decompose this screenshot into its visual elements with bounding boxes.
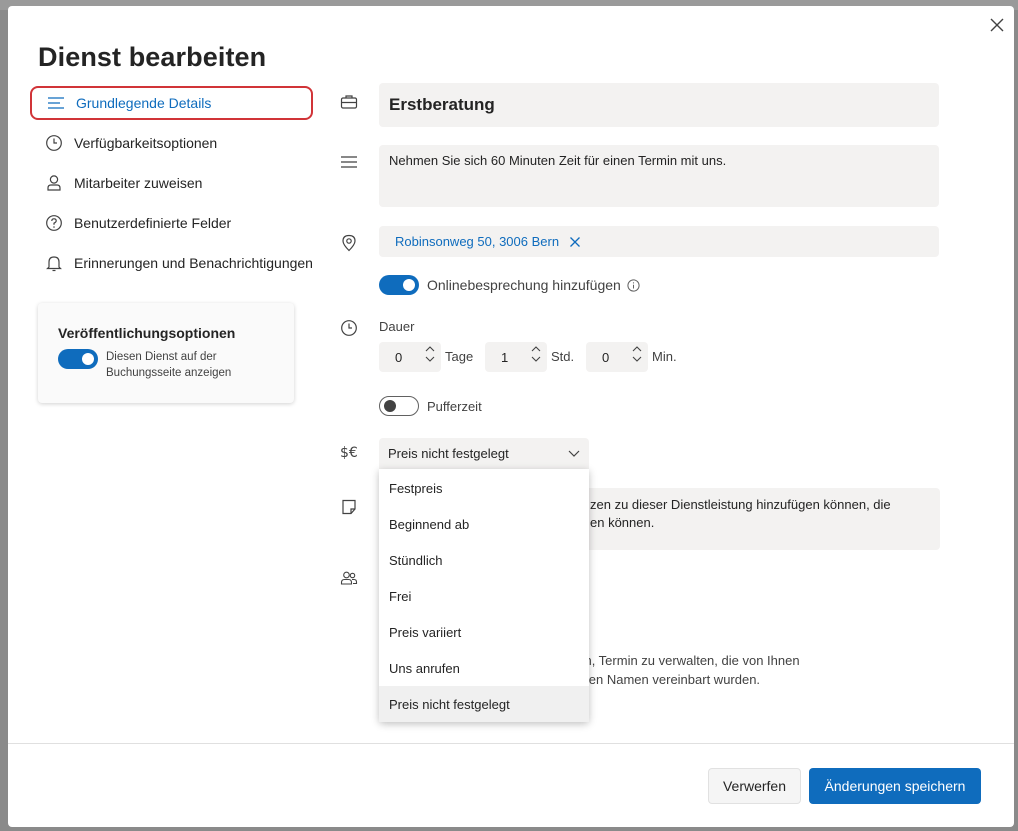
people-icon (340, 569, 358, 587)
chevron-down-icon (425, 356, 435, 362)
publishing-options-card: Veröffentlichungsoptionen Diesen Dienst … (38, 303, 294, 403)
location-chip-label: Robinsonweg 50, 3006 Bern (395, 234, 560, 249)
price-option-fixed[interactable]: Festpreis (379, 470, 589, 506)
location-chip: Robinsonweg 50, 3006 Bern (387, 234, 589, 249)
save-changes-button[interactable]: Änderungen speichern (809, 768, 981, 804)
nav-item-reminders[interactable]: Erinnerungen und Benachrichtigungen (30, 246, 316, 280)
notes-text: zen zu dieser Dienstleistung hinzufügen … (590, 497, 891, 530)
price-type-select[interactable]: Preis nicht festgelegt (379, 438, 589, 469)
staff-permission-text: den, Termin zu verwalten, die von Ihnen … (570, 651, 800, 689)
duration-clock-icon (340, 319, 358, 337)
section-nav: Grundlegende Details Verfügbarkeitsoptio… (30, 86, 316, 286)
chevron-up-icon (425, 346, 435, 352)
duration-hours-value: 1 (501, 349, 509, 365)
duration-minutes-value: 0 (602, 349, 610, 365)
duration-days-value: 0 (395, 349, 403, 365)
price-option-hourly[interactable]: Stündlich (379, 542, 589, 578)
price-type-dropdown: Festpreis Beginnend ab Stündlich Frei Pr… (379, 469, 589, 722)
publish-toggle[interactable] (58, 349, 98, 369)
discard-button[interactable]: Verwerfen (708, 768, 801, 804)
location-pin-icon (340, 234, 358, 252)
chevron-up-icon (531, 346, 541, 352)
question-icon (44, 213, 64, 233)
nav-item-label: Mitarbeiter zuweisen (74, 175, 203, 191)
close-icon[interactable] (988, 16, 1006, 34)
dialog-title: Dienst bearbeiten (38, 42, 267, 72)
duration-hours-unit: Std. (551, 349, 575, 364)
remove-location-icon[interactable] (569, 236, 581, 248)
location-field[interactable]: Robinsonweg 50, 3006 Bern (379, 226, 939, 257)
description-lines-icon (340, 154, 358, 172)
buffer-time-row: Pufferzeit (379, 396, 482, 416)
buffer-time-label: Pufferzeit (427, 398, 482, 414)
briefcase-icon (340, 93, 358, 111)
online-meeting-label: Onlinebesprechung hinzufügen (427, 277, 621, 293)
price-option-varies[interactable]: Preis variiert (379, 614, 589, 650)
online-meeting-row: Onlinebesprechung hinzufügen (379, 275, 640, 295)
publish-toggle-label: Diesen Dienst auf der Buchungsseite anze… (106, 351, 232, 379)
nav-item-availability[interactable]: Verfügbarkeitsoptionen (30, 126, 316, 160)
notes-field[interactable]: zen zu dieser Dienstleistung hinzufügen … (578, 488, 940, 550)
price-option-free[interactable]: Frei (379, 578, 589, 614)
edit-service-dialog: Dienst bearbeiten Grundlegende Details V… (8, 6, 1014, 827)
duration-minutes-stepper[interactable]: 0 (586, 342, 648, 372)
staff-text-line2: deren Namen vereinbart wurden. (570, 672, 761, 687)
note-icon (340, 498, 358, 516)
service-description-field[interactable]: Nehmen Sie sich 60 Minuten Zeit für eine… (379, 145, 939, 207)
online-meeting-toggle[interactable] (379, 275, 419, 295)
lines-icon (46, 93, 66, 113)
nav-item-label: Verfügbarkeitsoptionen (74, 135, 218, 151)
hours-spin-buttons[interactable] (531, 345, 541, 363)
nav-item-label: Benutzerdefinierte Felder (74, 215, 232, 231)
duration-days-unit: Tage (445, 349, 474, 364)
price-type-selected: Preis nicht festgelegt (388, 446, 509, 461)
service-name-field[interactable]: Erstberatung (379, 83, 939, 127)
footer-divider (8, 743, 1014, 744)
chevron-down-icon (632, 356, 642, 362)
price-option-call-us[interactable]: Uns anrufen (379, 650, 589, 686)
nav-item-label: Erinnerungen und Benachrichtigungen (74, 255, 313, 271)
bell-icon (44, 253, 64, 273)
duration-minutes-unit: Min. (652, 349, 677, 364)
price-option-not-set[interactable]: Preis nicht festgelegt (379, 686, 589, 722)
nav-item-label: Grundlegende Details (76, 95, 212, 111)
chevron-down-icon (567, 446, 581, 463)
publishing-options-title: Veröffentlichungsoptionen (58, 325, 236, 341)
currency-icon: $€ (340, 443, 362, 461)
duration-hours-stepper[interactable]: 1 (485, 342, 547, 372)
chevron-down-icon (531, 356, 541, 362)
nav-item-assign-staff[interactable]: Mitarbeiter zuweisen (30, 166, 316, 200)
minutes-spin-buttons[interactable] (632, 345, 642, 363)
svg-text:$€: $€ (340, 445, 358, 461)
person-icon (44, 173, 64, 193)
price-option-starting-at[interactable]: Beginnend ab (379, 506, 589, 542)
buffer-time-toggle[interactable] (379, 396, 419, 416)
nav-item-basic-details[interactable]: Grundlegende Details (30, 86, 313, 120)
info-icon[interactable] (627, 278, 640, 292)
duration-label: Dauer (379, 319, 415, 334)
duration-days-stepper[interactable]: 0 (379, 342, 441, 372)
staff-text-line1: den, Termin zu verwalten, die von Ihnen (570, 653, 800, 668)
days-spin-buttons[interactable] (425, 345, 435, 363)
chevron-up-icon (632, 346, 642, 352)
nav-item-custom-fields[interactable]: Benutzerdefinierte Felder (30, 206, 316, 240)
clock-icon (44, 133, 64, 153)
